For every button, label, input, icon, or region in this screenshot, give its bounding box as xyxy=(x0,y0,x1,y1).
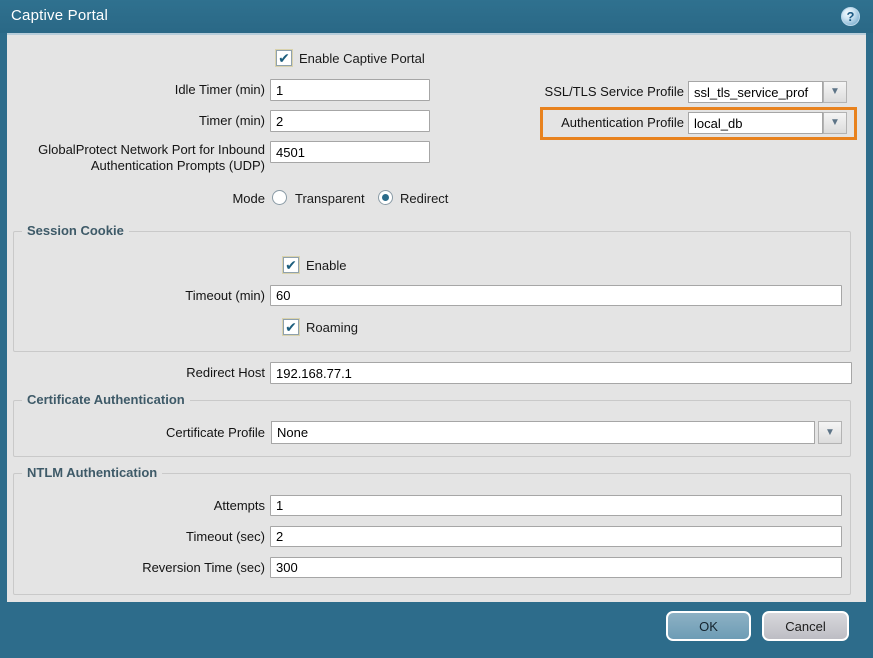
chevron-down-icon: ▼ xyxy=(830,117,840,128)
roaming-label: Roaming xyxy=(306,320,359,335)
certificate-profile-combo[interactable] xyxy=(271,421,815,444)
ntlm-authentication-legend: NTLM Authentication xyxy=(22,465,163,480)
ssl-tls-profile-dropdown-button[interactable]: ▼ xyxy=(823,81,847,103)
checkmark-icon: ✔ xyxy=(285,257,297,273)
auth-profile-combo[interactable] xyxy=(688,112,823,134)
ntlm-timeout-input[interactable] xyxy=(270,526,842,547)
timer-input[interactable] xyxy=(270,110,430,132)
roaming-checkbox[interactable]: ✔ xyxy=(283,319,299,335)
mode-redirect-label: Redirect xyxy=(400,191,449,206)
ntlm-reversion-time-input[interactable] xyxy=(270,557,842,578)
titlebar: Captive Portal ? xyxy=(0,0,873,33)
chevron-down-icon: ▼ xyxy=(825,427,835,438)
gp-port-input[interactable] xyxy=(270,141,430,163)
ntlm-timeout-label: Timeout (sec) xyxy=(186,529,265,544)
redirect-host-input[interactable] xyxy=(270,362,852,384)
checkmark-icon: ✔ xyxy=(278,50,290,66)
session-cookie-legend: Session Cookie xyxy=(22,223,129,238)
ntlm-attempts-input[interactable] xyxy=(270,495,842,516)
certificate-profile-label: Certificate Profile xyxy=(166,425,265,440)
redirect-host-label: Redirect Host xyxy=(186,365,265,380)
session-cookie-timeout-input[interactable] xyxy=(270,285,842,306)
idle-timer-input[interactable] xyxy=(270,79,430,101)
ssl-tls-profile-combo[interactable] xyxy=(688,81,823,103)
certificate-profile-dropdown-button[interactable]: ▼ xyxy=(818,421,842,444)
help-icon[interactable]: ? xyxy=(841,7,860,26)
ok-button[interactable]: OK xyxy=(666,611,751,641)
timer-label: Timer (min) xyxy=(199,113,265,128)
session-cookie-enable-label: Enable xyxy=(306,258,347,273)
captive-portal-dialog: Captive Portal ? ✔ Enable Captive Portal… xyxy=(0,0,873,658)
ntlm-attempts-label: Attempts xyxy=(213,498,265,513)
session-cookie-timeout-label: Timeout (min) xyxy=(185,288,265,303)
ssl-tls-profile-label: SSL/TLS Service Profile xyxy=(544,84,684,99)
gp-port-label-line1: GlobalProtect Network Port for Inbound xyxy=(38,142,265,157)
ntlm-reversion-time-label: Reversion Time (sec) xyxy=(142,560,265,575)
mode-transparent-label: Transparent xyxy=(295,191,365,206)
mode-transparent-radio[interactable] xyxy=(272,190,287,205)
mode-redirect-radio[interactable] xyxy=(378,190,393,205)
chevron-down-icon: ▼ xyxy=(830,86,840,97)
session-cookie-enable-checkbox[interactable]: ✔ xyxy=(283,257,299,273)
gp-port-label: GlobalProtect Network Port for Inbound A… xyxy=(7,142,265,174)
cancel-button[interactable]: Cancel xyxy=(762,611,849,641)
dialog-title: Captive Portal xyxy=(11,7,109,24)
enable-captive-portal-checkbox[interactable]: ✔ xyxy=(276,50,292,66)
auth-profile-dropdown-button[interactable]: ▼ xyxy=(823,112,847,134)
auth-profile-label: Authentication Profile xyxy=(561,115,684,130)
checkmark-icon: ✔ xyxy=(285,319,297,335)
idle-timer-label: Idle Timer (min) xyxy=(174,82,265,97)
certificate-authentication-legend: Certificate Authentication xyxy=(22,392,190,407)
gp-port-label-line2: Authentication Prompts (UDP) xyxy=(90,158,265,173)
mode-label: Mode xyxy=(232,191,265,206)
enable-captive-portal-label: Enable Captive Portal xyxy=(299,51,425,66)
